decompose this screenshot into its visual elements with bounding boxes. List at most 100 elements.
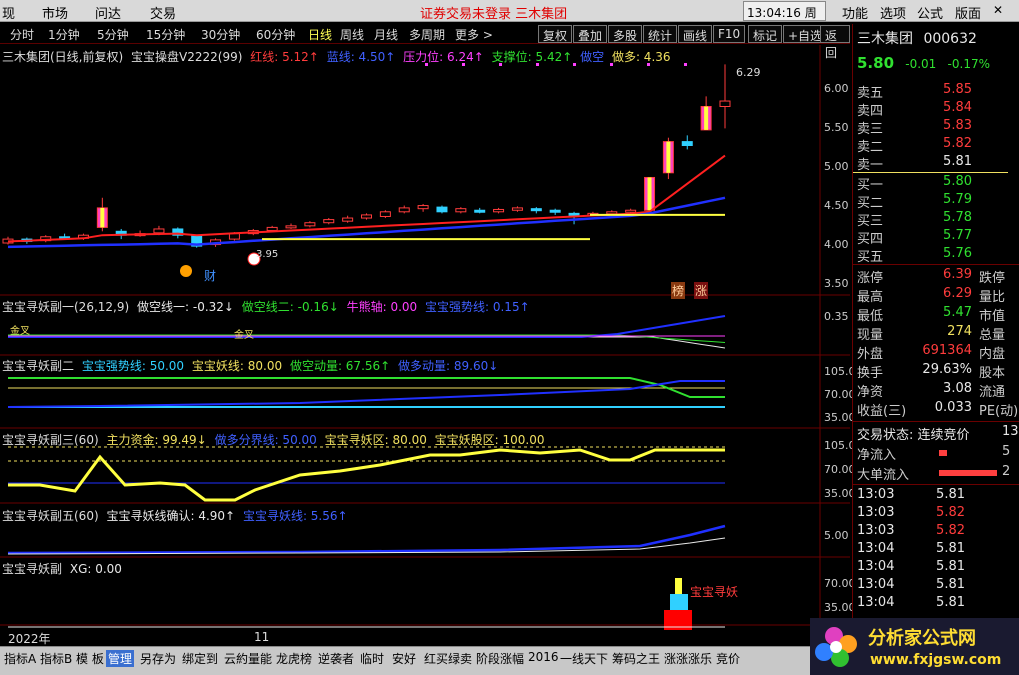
bid-row[interactable]: 买四 5.77 bbox=[857, 228, 1017, 247]
bottom-tab[interactable]: 筹码之王 bbox=[610, 650, 662, 667]
bottom-tab[interactable]: 绑定到 bbox=[180, 650, 220, 667]
stat-value: 29.63% bbox=[922, 362, 972, 377]
main-label-5: 做多: 4.36 bbox=[611, 50, 671, 64]
bid-label: 买五 bbox=[857, 250, 884, 265]
bottom-tab[interactable]: 另存为 bbox=[138, 650, 178, 667]
main-ytick-5: 3.50 bbox=[824, 277, 849, 290]
stat-row: 最低 5.47 市值 bbox=[857, 305, 1017, 324]
period-tab-1[interactable]: 1分钟 bbox=[48, 26, 80, 43]
sub4-name: 宝宝寻妖副五(60) bbox=[2, 509, 99, 523]
toolbar-adjust-button[interactable]: 复权 bbox=[538, 25, 573, 43]
tick-price: 5.81 bbox=[936, 595, 965, 610]
window-close-icon[interactable]: ✕ bbox=[993, 3, 1003, 17]
bid-row[interactable]: 买一 5.80 bbox=[857, 174, 1017, 193]
candle-body bbox=[530, 208, 542, 212]
bottom-tab[interactable]: 涨涨涨乐 bbox=[662, 650, 714, 667]
bottom-tab[interactable]: 指标B bbox=[38, 650, 74, 667]
candle-highlight bbox=[666, 141, 671, 173]
bid-label: 买一 bbox=[857, 178, 884, 193]
tick-time: 13:03 bbox=[857, 523, 895, 538]
candle-body bbox=[474, 209, 486, 213]
bid-price: 5.78 bbox=[943, 210, 972, 225]
bottom-tab[interactable]: 临时 bbox=[358, 650, 386, 667]
bottom-tab[interactable]: 2016 bbox=[526, 650, 561, 664]
stat-label: 涨停 bbox=[857, 271, 884, 286]
stock-title: 三木集团(日线,前复权) bbox=[2, 50, 124, 64]
sub2-label-3: 做多动量: 89.60↓ bbox=[398, 359, 499, 373]
stat-row: 收益(三) 0.033 PE(动) bbox=[857, 400, 1019, 419]
tick-row: 13:04 5.81 bbox=[857, 559, 1017, 577]
menu-item-layout[interactable]: 版面 bbox=[955, 3, 981, 22]
period-tab-3[interactable]: 15分钟 bbox=[146, 26, 185, 43]
chart-area[interactable]: 三木集团(日线,前复权) 宝宝操盘V2222(99) 红线: 5.12↑ 蓝线:… bbox=[0, 45, 856, 646]
period-tab-0[interactable]: 分时 bbox=[10, 26, 34, 43]
trade-state: 交易状态: 连续竞价 bbox=[857, 428, 970, 443]
bottom-tab[interactable]: 指标A bbox=[2, 650, 38, 667]
bottom-tab[interactable]: 一线天下 bbox=[558, 650, 610, 667]
bottom-tab[interactable]: 竞价 bbox=[714, 650, 742, 667]
menu-item-function[interactable]: 功能 bbox=[842, 3, 868, 22]
ask-row[interactable]: 卖五 5.85 bbox=[857, 82, 1017, 101]
sub3-ytick-1: 70.00 bbox=[824, 463, 856, 476]
candle-highlight bbox=[704, 106, 709, 130]
ask-row[interactable]: 卖三 5.83 bbox=[857, 118, 1017, 137]
bottom-tab[interactable]: 逆袭者 bbox=[316, 650, 356, 667]
tick-row: 13:04 5.81 bbox=[857, 595, 1017, 613]
stat-row: 最高 6.29 量比 bbox=[857, 286, 1017, 305]
menu-item-trade[interactable]: 交易 bbox=[150, 3, 176, 22]
sub5-signal-label: 宝宝寻妖 bbox=[690, 585, 739, 599]
ask-row[interactable]: 卖二 5.82 bbox=[857, 136, 1017, 155]
bid-row[interactable]: 买三 5.78 bbox=[857, 210, 1017, 229]
period-tab-8[interactable]: 月线 bbox=[374, 26, 398, 43]
bid-row[interactable]: 买五 5.76 bbox=[857, 246, 1017, 265]
sub5-blue-bar bbox=[670, 594, 688, 610]
sub4-label-0: 宝宝寻妖线确认: 4.90↑ bbox=[106, 509, 236, 523]
sub3-label-2: 宝宝寻妖区: 80.00 bbox=[324, 433, 427, 447]
bottom-tab[interactable]: 管理 bbox=[106, 650, 135, 667]
toolbar-back-button[interactable]: 返回 bbox=[820, 25, 850, 60]
bottom-tab[interactable]: 红买绿卖 bbox=[422, 650, 474, 667]
menu-item-wenda[interactable]: 问达 bbox=[95, 3, 121, 22]
marker-cai: 财 bbox=[204, 269, 217, 283]
menu-item-formula[interactable]: 公式 bbox=[917, 3, 943, 22]
bottom-tab[interactable]: 安好 bbox=[390, 650, 418, 667]
bottom-tab[interactable]: 云約量能 bbox=[222, 650, 274, 667]
tick-time: 13:04 bbox=[857, 595, 895, 610]
bottom-tab[interactable]: 模 板 bbox=[74, 650, 106, 667]
ask-row[interactable]: 卖四 5.84 bbox=[857, 100, 1017, 119]
stat-label-2: 量比 bbox=[979, 290, 1006, 305]
sub1-label-0: 做空线一: -0.32↓ bbox=[137, 300, 234, 314]
bid-row[interactable]: 买二 5.79 bbox=[857, 192, 1017, 211]
clock-display: 13:04:16 周三 bbox=[743, 1, 826, 37]
period-tab-9[interactable]: 多周期 bbox=[409, 26, 445, 43]
ask-row[interactable]: 卖一 5.81 bbox=[857, 154, 1017, 173]
main-label-0: 红线: 5.12↑ bbox=[250, 50, 319, 64]
stat-label-2: 流通 bbox=[979, 385, 1006, 400]
toolbar-overlay-button[interactable]: 叠加 bbox=[573, 25, 608, 43]
period-tab-5[interactable]: 60分钟 bbox=[256, 26, 295, 43]
period-tab-7[interactable]: 周线 bbox=[340, 26, 364, 43]
bottom-tab[interactable]: 阶段涨幅 bbox=[474, 650, 526, 667]
stat-row: 净资 3.08 流通 bbox=[857, 381, 1017, 400]
toolbar-f10-button[interactable]: F10 bbox=[713, 25, 746, 43]
main-panel-header: 三木集团(日线,前复权) 宝宝操盘V2222(99) 红线: 5.12↑ 蓝线:… bbox=[2, 48, 671, 65]
menu-item-options[interactable]: 选项 bbox=[880, 3, 906, 22]
toolbar-mark-button[interactable]: 标记 bbox=[748, 25, 783, 43]
period-tab-daily[interactable]: 日线 bbox=[308, 26, 332, 43]
sub1-ytick: 0.35 bbox=[824, 310, 849, 323]
period-tab-4[interactable]: 30分钟 bbox=[201, 26, 240, 43]
menu-item-0[interactable]: 现 bbox=[2, 3, 15, 22]
candle-body bbox=[285, 225, 297, 229]
tick-time: 13:04 bbox=[857, 559, 895, 574]
menu-item-market[interactable]: 市场 bbox=[42, 3, 68, 22]
sub1-label-1: 做空线二: -0.16↓ bbox=[241, 300, 339, 314]
candle-body bbox=[455, 208, 467, 213]
bottom-tab[interactable]: 龙虎榜 bbox=[274, 650, 314, 667]
period-tab-2[interactable]: 5分钟 bbox=[97, 26, 129, 43]
toolbar-multi-button[interactable]: 多股 bbox=[608, 25, 643, 43]
period-more[interactable]: 更多 > bbox=[455, 26, 493, 43]
stat-label-2: PE(动) bbox=[979, 404, 1019, 419]
toolbar-stats-button[interactable]: 统计 bbox=[643, 25, 678, 43]
toolbar-draw-button[interactable]: 画线 bbox=[678, 25, 713, 43]
sub1-blue-line bbox=[8, 315, 726, 338]
